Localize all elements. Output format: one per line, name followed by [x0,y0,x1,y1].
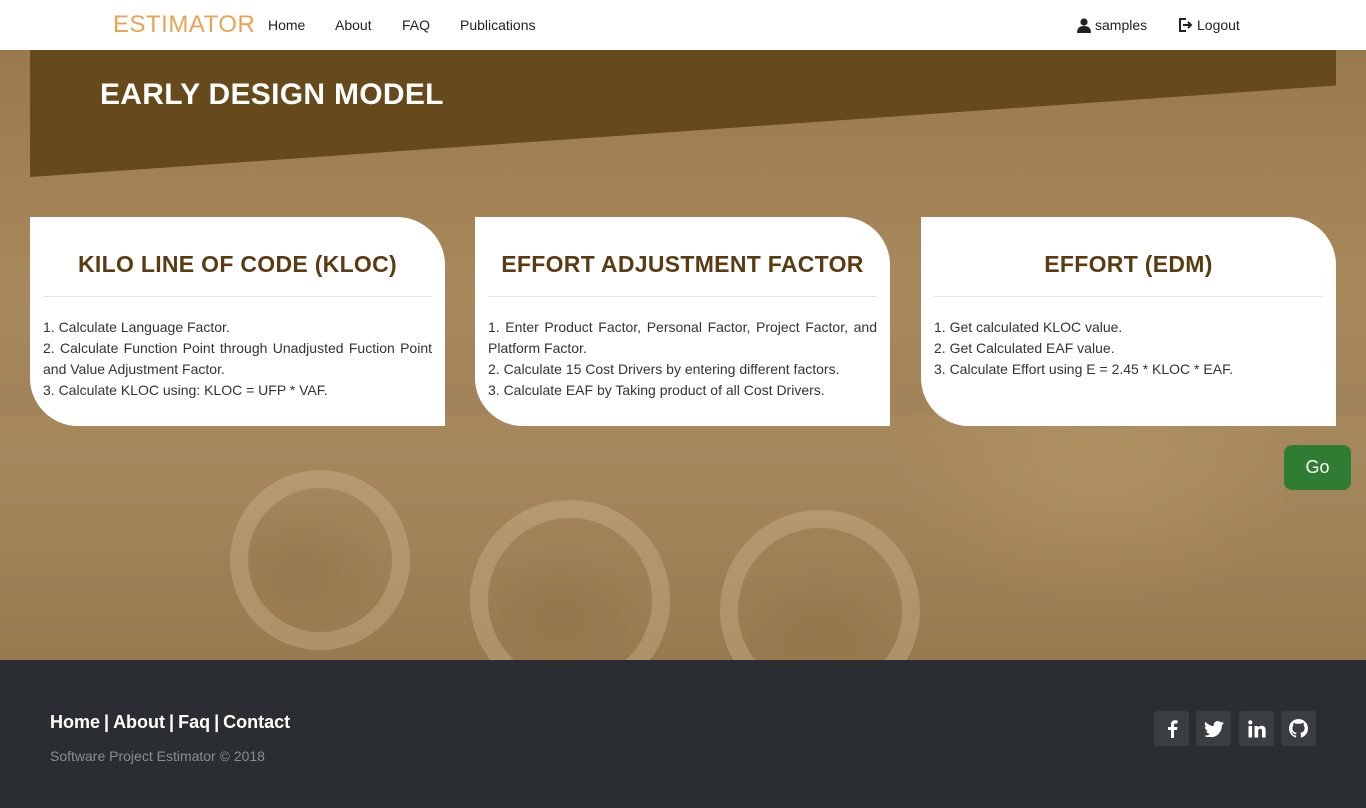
logout-link[interactable]: Logout [1178,16,1240,34]
top-navbar: ESTIMATOR Home About FAQ Publications sa… [0,0,1366,50]
card-steps: 1. Enter Product Factor, Personal Factor… [488,317,877,401]
go-button[interactable]: Go [1284,445,1351,490]
user-menu[interactable]: samples [1077,16,1147,34]
copyright-text: Software Project Estimator © 2018 [50,748,265,764]
footer: Home | About | Faq | Contact Software Project … [0,660,1366,808]
user-icon [1077,17,1091,33]
card-step: 2. Get Calculated EAF value. [934,340,1115,356]
footer-separator: | [104,712,110,732]
footer-separator: | [169,712,175,732]
logout-label: Logout [1197,17,1240,33]
card-step: 3. Calculate EAF by Taking product of al… [488,382,825,398]
brand-logo[interactable]: ESTIMATOR [113,12,255,38]
card-title: EFFORT (EDM) [934,251,1323,297]
card-effort: EFFORT (EDM) 1. Get calculated KLOC valu… [921,217,1336,426]
card-step: 1. Calculate Language Factor. [43,319,230,335]
twitter-icon[interactable] [1196,711,1231,746]
nav-link-about[interactable]: About [335,16,372,34]
nav-link-home[interactable]: Home [268,16,305,34]
user-name: samples [1095,17,1148,33]
footer-link-about[interactable]: About [113,712,165,732]
card-title: KILO LINE OF CODE (KLOC) [43,251,432,297]
nav-link-publications[interactable]: Publications [460,16,536,34]
card-step: 2. Calculate 15 Cost Drivers by entering… [488,361,840,377]
page-title: EARLY DESIGN MODEL [100,78,444,111]
title-banner [30,50,1336,177]
footer-link-faq[interactable]: Faq [178,712,210,732]
card-kloc: KILO LINE OF CODE (KLOC) 1. Calculate La… [30,217,445,426]
linkedin-icon[interactable] [1239,711,1274,746]
card-step: 3. Calculate KLOC using: KLOC = UFP * VA… [43,382,328,398]
hero-lower-band [0,415,1366,660]
card-steps: 1. Calculate Language Factor. 2. Calcula… [43,317,432,401]
nav-link-faq[interactable]: FAQ [402,16,430,34]
card-step: 1. Enter Product Factor, Personal Factor… [488,319,877,356]
card-step: 3. Calculate Effort using E = 2.45 * KLO… [934,361,1233,377]
card-eaf: EFFORT ADJUSTMENT FACTOR 1. Enter Produc… [475,217,890,426]
footer-links: Home | About | Faq | Contact [50,711,290,733]
card-title: EFFORT ADJUSTMENT FACTOR [488,251,877,297]
card-step: 1. Get calculated KLOC value. [934,319,1123,335]
facebook-icon[interactable] [1154,711,1189,746]
footer-separator: | [214,712,220,732]
logout-icon [1178,18,1193,32]
footer-link-home[interactable]: Home [50,712,100,732]
hero-section: EARLY DESIGN MODEL KILO LINE OF CODE (KL… [0,50,1366,660]
github-icon[interactable] [1281,711,1316,746]
card-step: 2. Calculate Function Point through Unad… [43,340,432,377]
footer-link-contact[interactable]: Contact [223,712,290,732]
card-steps: 1. Get calculated KLOC value. 2. Get Cal… [934,317,1323,380]
